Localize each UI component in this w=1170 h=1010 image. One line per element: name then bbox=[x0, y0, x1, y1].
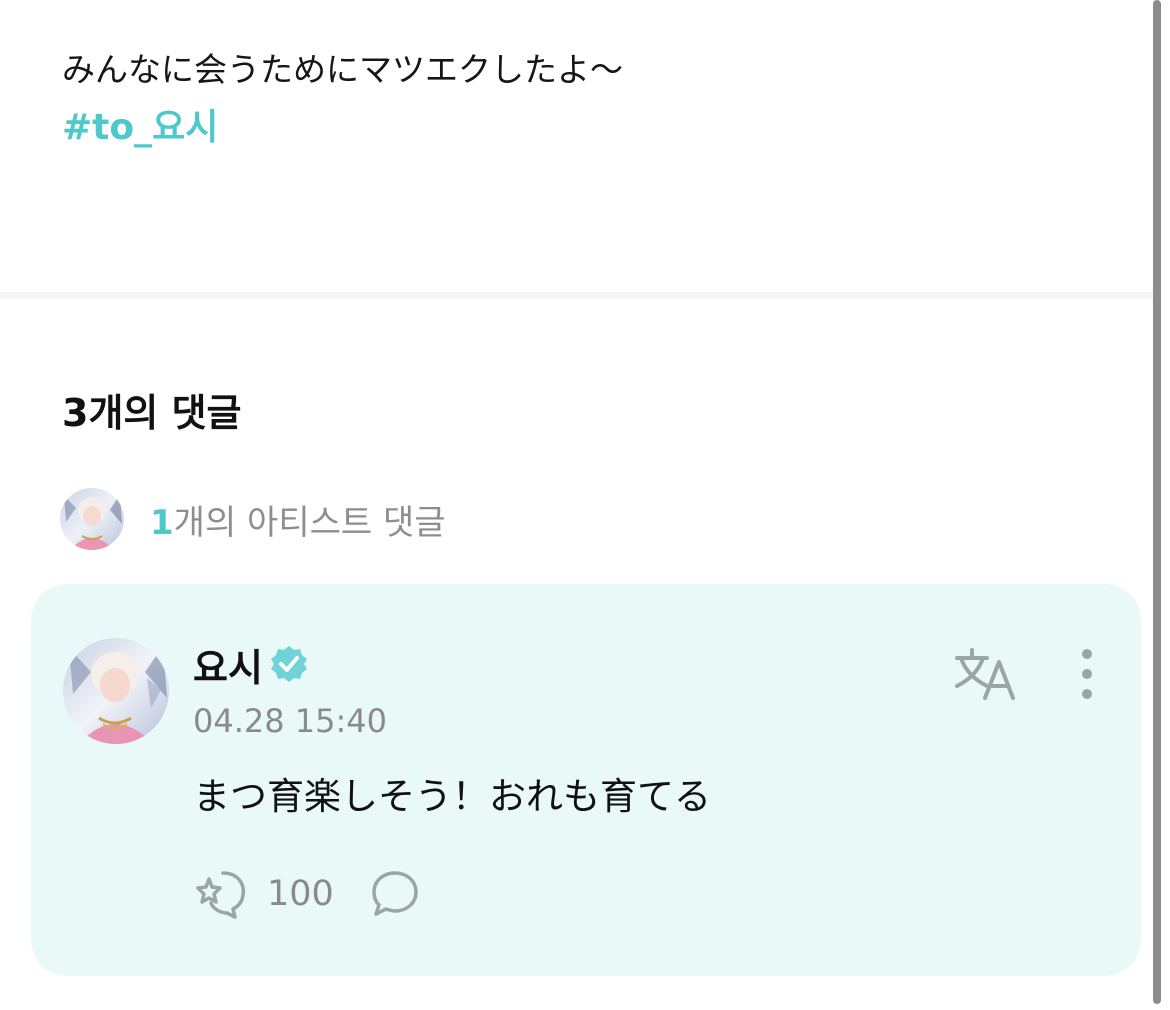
post-text: みんなに会うためにマツエクしたよ〜 bbox=[62, 50, 623, 89]
verified-badge-icon bbox=[269, 644, 309, 684]
artist-comment-label: 개의 아티스트 댓글 bbox=[173, 502, 446, 543]
scrollbar[interactable] bbox=[1153, 0, 1161, 1004]
comment-text: まつ育楽しそう！おれも育てる bbox=[193, 775, 711, 818]
reply-button[interactable] bbox=[370, 869, 420, 919]
like-count: 100 bbox=[267, 874, 334, 914]
like-button[interactable] bbox=[193, 867, 247, 921]
comment-author-row: 요시 bbox=[193, 638, 309, 690]
more-options-button[interactable] bbox=[1069, 646, 1105, 702]
section-divider bbox=[0, 292, 1156, 299]
comment-timestamp: 04.28 15:40 bbox=[193, 702, 387, 740]
more-vertical-icon bbox=[1082, 649, 1092, 699]
comment-author-avatar[interactable] bbox=[63, 638, 169, 744]
artist-comments-summary-label: 1개의 아티스트 댓글 bbox=[150, 495, 446, 544]
comment-author-name[interactable]: 요시 bbox=[193, 637, 263, 692]
artist-comment-card: 요시 04.28 15:40 まつ育楽しそう！おれも育てる 100 bbox=[31, 584, 1141, 976]
like-icon bbox=[196, 871, 246, 919]
artist-comment-count: 1 bbox=[150, 502, 174, 543]
post-hashtag-link[interactable]: #to_요시 bbox=[62, 104, 218, 152]
translate-button[interactable] bbox=[953, 646, 1019, 702]
comment-actions: 100 bbox=[193, 866, 420, 922]
translate-icon bbox=[955, 648, 1015, 700]
artist-comments-summary[interactable]: 1개의 아티스트 댓글 bbox=[60, 488, 446, 550]
artist-mini-avatar bbox=[60, 488, 124, 550]
comments-count-heading: 3개의 댓글 bbox=[62, 391, 242, 435]
comment-bubble-icon bbox=[372, 871, 418, 916]
